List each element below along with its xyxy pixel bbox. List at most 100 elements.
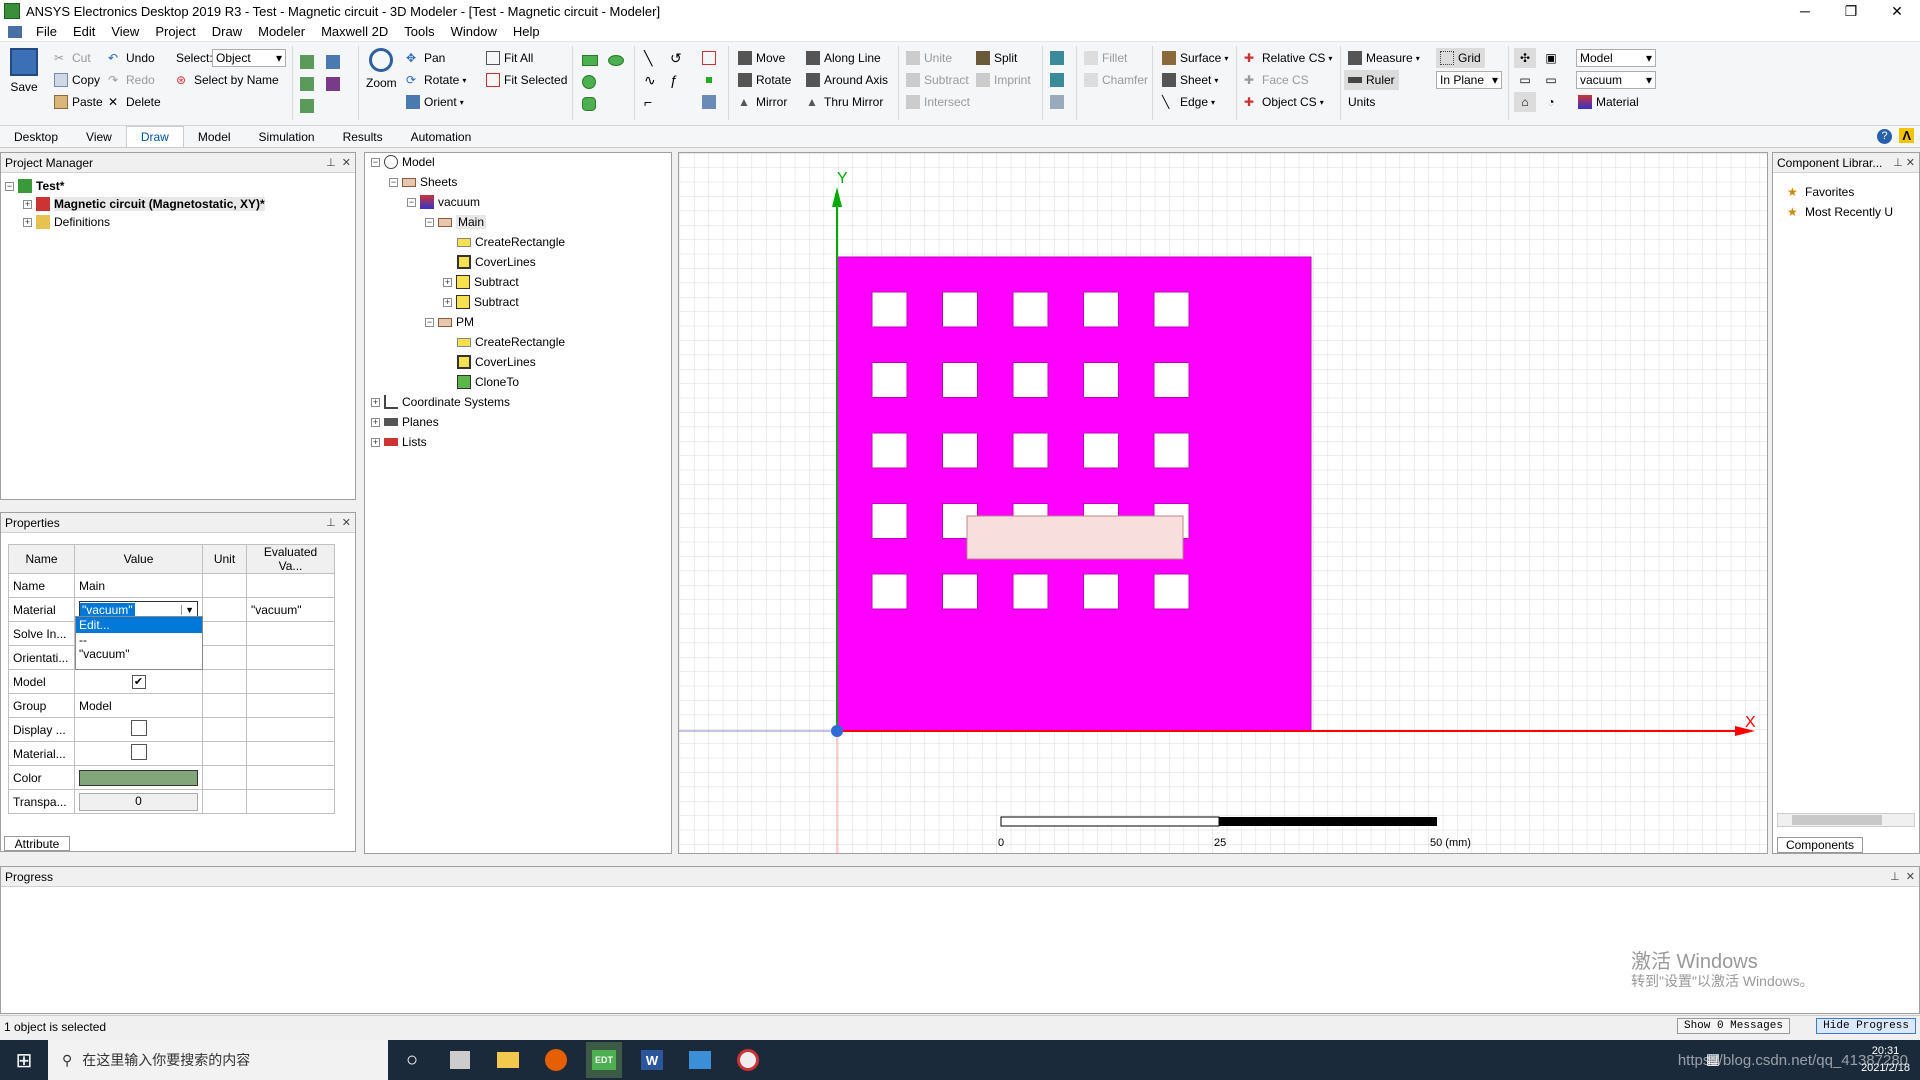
sweep-icon[interactable] bbox=[1050, 48, 1068, 68]
tab-results[interactable]: Results bbox=[329, 127, 397, 147]
sheet-button[interactable]: Sheet ▾ bbox=[1162, 70, 1218, 90]
tree-pm-create-rectangle[interactable]: CreateRectangle bbox=[457, 333, 565, 351]
dropdown-option-edit[interactable]: Edit... bbox=[76, 617, 202, 633]
tree-pm[interactable]: − PM bbox=[425, 313, 474, 331]
library-hscrollbar[interactable] bbox=[1777, 813, 1915, 827]
prop-row-display-wireframe[interactable]: Display ... bbox=[8, 717, 335, 742]
rotate-view-button[interactable]: ⟳ Rotate ▾ bbox=[406, 70, 466, 90]
tree-lists[interactable]: + Lists bbox=[371, 433, 427, 451]
imprint-button[interactable]: Imprint bbox=[976, 70, 1031, 90]
tree-design-magnetic-circuit[interactable]: + Magnetic circuit (Magnetostatic, XY)* bbox=[23, 195, 265, 213]
tree-definitions[interactable]: + Definitions bbox=[23, 213, 110, 231]
help-icon[interactable]: ? bbox=[1877, 129, 1892, 144]
menu-help[interactable]: Help bbox=[505, 24, 548, 39]
snap-vertex-icon[interactable]: ▣ bbox=[1540, 48, 1562, 68]
tree-vacuum[interactable]: − vacuum bbox=[407, 193, 480, 211]
library-most-recently-used[interactable]: ★ Most Recently U bbox=[1787, 203, 1893, 221]
thicken-icon[interactable] bbox=[1050, 70, 1068, 90]
around-axis-button[interactable]: Around Axis bbox=[806, 70, 888, 90]
task-view-icon[interactable]: ○ bbox=[394, 1042, 430, 1078]
prop-row-group[interactable]: Group Model bbox=[8, 693, 335, 718]
subtract-button[interactable]: Subtract bbox=[906, 70, 969, 90]
tab-desktop[interactable]: Desktop bbox=[0, 127, 72, 147]
dropdown-option-vacuum[interactable]: "vacuum" bbox=[76, 647, 202, 661]
grid-button[interactable]: Grid bbox=[1436, 48, 1485, 68]
visibility-icon[interactable] bbox=[300, 96, 324, 116]
mirror-button[interactable]: ▲ Mirror bbox=[738, 92, 787, 112]
copy-button[interactable]: Copy bbox=[54, 70, 100, 90]
material-appearance-checkbox[interactable] bbox=[130, 744, 147, 760]
grid-plane-combo[interactable]: In Plane ▾ bbox=[1436, 71, 1502, 89]
material-combo[interactable]: vacuum ▾ bbox=[1576, 71, 1656, 89]
zoom-button[interactable]: Zoom bbox=[366, 48, 397, 104]
show-all-icon[interactable] bbox=[326, 74, 350, 94]
tree-cover-lines[interactable]: CoverLines bbox=[457, 253, 536, 271]
windows-start-icon[interactable]: ⊞ bbox=[6, 1042, 42, 1078]
relative-cs-button[interactable]: ✚ Relative CS ▾ bbox=[1244, 48, 1332, 68]
prop-row-transparency[interactable]: Transpa... 0 bbox=[8, 789, 335, 814]
tree-coordinate-systems[interactable]: + Coordinate Systems bbox=[371, 393, 510, 411]
media-icon[interactable] bbox=[730, 1042, 766, 1078]
store-icon[interactable] bbox=[442, 1042, 478, 1078]
tab-draw[interactable]: Draw bbox=[125, 126, 184, 147]
panel-pin-close-icon[interactable]: ⊥ ✕ bbox=[326, 516, 355, 529]
tab-view[interactable]: View bbox=[72, 127, 126, 147]
cut-button[interactable]: ✂ Cut bbox=[54, 48, 91, 68]
minimize-button[interactable]: ─ bbox=[1782, 0, 1828, 22]
draw-box-icon[interactable] bbox=[702, 48, 720, 68]
delete-button[interactable]: ✕ Delete bbox=[108, 92, 161, 112]
display-wireframe-checkbox[interactable] bbox=[130, 720, 147, 736]
fit-all-button[interactable]: Fit All bbox=[486, 48, 533, 68]
move-button[interactable]: Move bbox=[738, 48, 785, 68]
tab-simulation[interactable]: Simulation bbox=[245, 127, 329, 147]
tab-automation[interactable]: Automation bbox=[397, 127, 486, 147]
menu-tools[interactable]: Tools bbox=[396, 24, 442, 39]
chamfer-button[interactable]: Chamfer bbox=[1084, 70, 1148, 90]
prop-row-model[interactable]: Model ✔ bbox=[8, 669, 335, 694]
draw-arc-icon[interactable]: ↺ bbox=[670, 48, 682, 68]
show-icon[interactable] bbox=[300, 74, 324, 94]
thru-mirror-button[interactable]: ▲ Thru Mirror bbox=[806, 92, 883, 112]
tree-create-rectangle[interactable]: CreateRectangle bbox=[457, 233, 565, 251]
unite-button[interactable]: Unite bbox=[906, 48, 952, 68]
firefox-icon[interactable] bbox=[538, 1042, 574, 1078]
hide-progress-button[interactable]: Hide Progress bbox=[1816, 1018, 1916, 1034]
menu-modeler[interactable]: Modeler bbox=[250, 24, 313, 39]
snap-face-icon[interactable]: ▭ bbox=[1540, 70, 1562, 90]
wrap-icon[interactable] bbox=[1050, 92, 1068, 112]
surface-button[interactable]: Surface ▾ bbox=[1162, 48, 1228, 68]
snap-center-icon[interactable]: ⌂ bbox=[1514, 92, 1536, 112]
draw-polygon-icon[interactable] bbox=[582, 94, 600, 114]
draw-line-icon[interactable]: ╲ bbox=[644, 48, 652, 68]
tab-attribute[interactable]: Attribute bbox=[4, 836, 70, 851]
orient-button[interactable]: Orient ▾ bbox=[406, 92, 464, 112]
save-button[interactable]: Save bbox=[10, 48, 38, 98]
snap-grid-icon[interactable]: ✣ bbox=[1514, 48, 1536, 68]
dropdown-option-separator[interactable]: -- bbox=[76, 633, 202, 647]
paste-button[interactable]: Paste bbox=[54, 92, 103, 112]
tab-components[interactable]: Components bbox=[1777, 837, 1863, 853]
face-cs-button[interactable]: ✚ Face CS bbox=[1244, 70, 1309, 90]
measure-button[interactable]: Measure ▾ bbox=[1348, 48, 1420, 68]
tree-subtract-1[interactable]: + Subtract bbox=[443, 273, 519, 291]
taskbar-search-box[interactable]: ⚲ 在这里输入你要搜索的内容 bbox=[48, 1040, 388, 1080]
panel-pin-close-icon[interactable]: ⊥ ✕ bbox=[1890, 870, 1919, 883]
menu-draw[interactable]: Draw bbox=[204, 24, 250, 39]
redo-button[interactable]: ↷ Redo bbox=[108, 70, 155, 90]
file-explorer-icon[interactable] bbox=[490, 1042, 526, 1078]
model-combo[interactable]: Model ▾ bbox=[1576, 49, 1656, 67]
pan-button[interactable]: ✥ Pan bbox=[406, 48, 445, 68]
library-favorites[interactable]: ★ Favorites bbox=[1787, 183, 1854, 201]
model-checkbox[interactable]: ✔ bbox=[131, 675, 146, 689]
draw-spline-icon[interactable]: ∿ bbox=[644, 70, 656, 90]
draw-point-green-icon[interactable] bbox=[702, 70, 716, 90]
select-mode-combo[interactable]: Object ▾ bbox=[212, 49, 286, 67]
tree-clone-to[interactable]: CloneTo bbox=[457, 373, 519, 391]
along-line-button[interactable]: Along Line bbox=[806, 48, 881, 68]
units-button[interactable]: Units bbox=[1348, 92, 1375, 112]
material-button[interactable]: Material bbox=[1578, 92, 1639, 112]
tree-model[interactable]: − Model bbox=[371, 153, 435, 171]
show-messages-button[interactable]: Show 0 Messages bbox=[1676, 1018, 1790, 1034]
prop-row-name[interactable]: Name Main bbox=[8, 573, 335, 598]
ruler-button[interactable]: Ruler bbox=[1344, 70, 1399, 90]
